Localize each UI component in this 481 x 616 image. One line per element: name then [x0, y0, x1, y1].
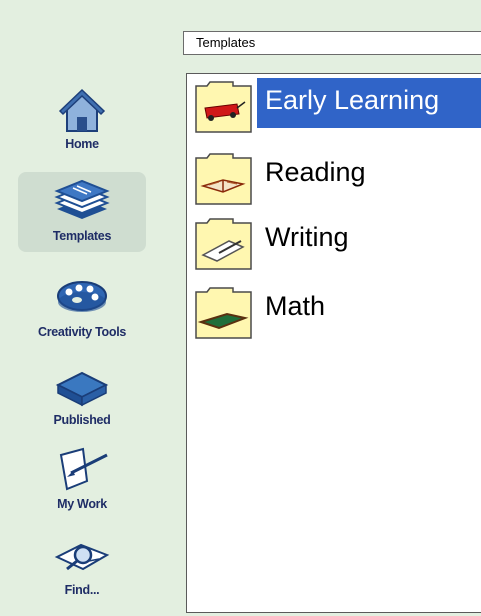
magnifier-icon: [52, 530, 112, 582]
list-item-label: Writing: [265, 222, 349, 252]
nav-creativity-tools[interactable]: Creativity Tools: [18, 268, 146, 348]
list-item-label: Reading: [265, 157, 366, 187]
list-item-label: Math: [265, 291, 326, 321]
house-icon: [52, 84, 112, 136]
nav-find[interactable]: Find...: [18, 526, 146, 606]
nav-find-label: Find...: [64, 583, 100, 597]
book-folder-icon: [193, 150, 253, 206]
nav-home[interactable]: Home: [18, 80, 146, 160]
nav-home-label: Home: [65, 137, 99, 151]
list-item-reading[interactable]: Reading: [187, 146, 481, 207]
list-item-early-learning[interactable]: Early Learning: [187, 74, 481, 135]
book-icon: [52, 360, 112, 412]
chalkboard-folder-icon: [193, 284, 253, 340]
list-item-writing[interactable]: Writing: [187, 211, 481, 272]
nav-templates-label: Templates: [52, 229, 112, 243]
wagon-folder-icon: [193, 78, 253, 134]
paper-folder-icon: [193, 215, 253, 271]
list-item-label: Early Learning: [265, 85, 440, 115]
templates-stack-icon: [52, 176, 112, 228]
nav-creativity-tools-label: Creativity Tools: [37, 325, 127, 339]
nav-my-work[interactable]: My Work: [18, 440, 146, 520]
nav-my-work-label: My Work: [57, 497, 107, 511]
paper-pen-icon: [52, 444, 112, 496]
nav-published-label: Published: [53, 413, 111, 427]
nav-templates[interactable]: Templates: [18, 172, 146, 252]
path-field[interactable]: Templates: [183, 31, 481, 55]
sidebar: Home Templates Creativity Tools Publishe…: [0, 0, 160, 616]
palette-icon: [52, 272, 112, 324]
nav-published[interactable]: Published: [18, 356, 146, 436]
list-item-math[interactable]: Math: [187, 280, 481, 341]
template-list: Early Learning Reading Writing Math: [186, 73, 481, 613]
